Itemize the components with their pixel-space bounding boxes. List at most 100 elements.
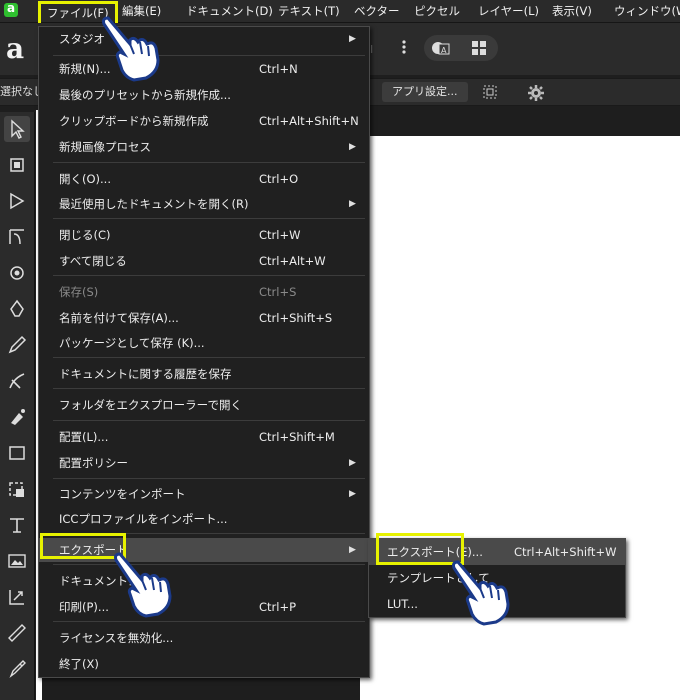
- menu-item-label: パッケージとして保存 (K)...: [59, 336, 205, 350]
- menu-item-shortcut: Ctrl+Alt+W: [259, 254, 326, 268]
- menu-item-shortcut: Ctrl+Shift+S: [259, 311, 333, 325]
- menu-item-label: 印刷(P)...: [59, 600, 109, 614]
- submenu-item-label: LUT...: [387, 597, 418, 611]
- menu-item-place-policy[interactable]: 配置ポリシー ▶: [39, 451, 369, 475]
- fill-icon[interactable]: [4, 404, 30, 430]
- app-settings-button[interactable]: アプリ設定...: [382, 82, 468, 102]
- persona-switcher: A: [424, 35, 498, 61]
- menu-separator: [53, 357, 365, 358]
- crop-icon[interactable]: [4, 152, 30, 178]
- tools-panel: [0, 112, 35, 700]
- menu-item-deactivate-license[interactable]: ライセンスを無効化...: [39, 626, 369, 650]
- transform-icon[interactable]: [4, 584, 30, 610]
- menu-item-print[interactable]: 印刷(P)... Ctrl+P: [39, 595, 369, 619]
- menu-item-label: ドキュメントに関する履歴を保存: [59, 367, 232, 381]
- menu-item-close[interactable]: 閉じる(C) Ctrl+W: [39, 223, 369, 247]
- menu-view[interactable]: 表示(V): [552, 0, 592, 22]
- menu-item-new-image-process[interactable]: 新規画像プロセス ▶: [39, 135, 369, 159]
- menu-separator: [53, 218, 365, 219]
- menu-item-shortcut: Ctrl+W: [259, 228, 301, 242]
- menu-item-place[interactable]: 配置(L)... Ctrl+Shift+M: [39, 425, 369, 449]
- pen-icon[interactable]: [4, 296, 30, 322]
- menu-item-import-icc[interactable]: ICCプロファイルをインポート...: [39, 507, 369, 531]
- shape-target-icon[interactable]: [4, 260, 30, 286]
- menu-separator: [53, 420, 365, 421]
- menu-item-label: 保存(S): [59, 285, 99, 299]
- menu-item-label: クリップボードから新規作成: [59, 114, 209, 128]
- menu-item-import-content[interactable]: コンテンツをインポート ▶: [39, 482, 369, 506]
- menu-layer[interactable]: レイヤー(L): [478, 0, 539, 22]
- gear-icon[interactable]: [527, 84, 545, 102]
- menu-item-save-history[interactable]: ドキュメントに関する履歴を保存: [39, 362, 369, 386]
- submenu-arrow-icon: ▶: [349, 199, 356, 209]
- submenu-arrow-icon: ▶: [349, 489, 356, 499]
- menu-item-label: 新規画像プロセス: [59, 140, 151, 154]
- menu-item-open-recent[interactable]: 最近使用したドキュメントを開く(R) ▶: [39, 192, 369, 216]
- grid-icon[interactable]: [470, 39, 488, 57]
- menu-item-shortcut: Ctrl+O: [259, 172, 299, 186]
- image-icon[interactable]: [4, 548, 30, 574]
- menu-item-label: 名前を付けて保存(A)...: [59, 311, 179, 325]
- pointer-icon[interactable]: [4, 116, 30, 142]
- submenu-arrow-icon: ▶: [349, 545, 356, 555]
- menu-item-label: フォルダをエクスプローラーで開く: [59, 398, 242, 412]
- menu-item-quit[interactable]: 終了(X): [39, 652, 369, 676]
- eyedropper-icon[interactable]: [4, 656, 30, 682]
- app-logo-large: a: [6, 32, 25, 65]
- submenu-arrow-icon: ▶: [349, 458, 356, 468]
- hand-pointer-icon: [102, 16, 160, 82]
- hand-pointer-icon: [114, 552, 172, 618]
- menu-item-open-folder[interactable]: フォルダをエクスプローラーで開く: [39, 393, 369, 417]
- hand-pointer-icon: [452, 560, 510, 626]
- menu-text[interactable]: テキスト(T): [278, 0, 340, 22]
- menu-item-save-as[interactable]: 名前を付けて保存(A)... Ctrl+Shift+S: [39, 306, 369, 330]
- menu-item-open[interactable]: 開く(O)... Ctrl+O: [39, 167, 369, 191]
- submenu-arrow-icon: ▶: [349, 142, 356, 152]
- menu-item-label: スタジオ: [59, 32, 105, 46]
- vector-brush-icon[interactable]: [4, 368, 30, 394]
- snap-grid-icon[interactable]: [482, 84, 498, 100]
- menu-item-document-metadata[interactable]: ドキュメントメタ: [39, 569, 369, 593]
- menu-item-label: 閉じる(C): [59, 228, 111, 242]
- menu-item-save-package[interactable]: パッケージとして保存 (K)...: [39, 331, 369, 355]
- file-menu-dropdown: スタジオ ▶ 新規(N)... Ctrl+N 最後のプリセットから新規作成... ク…: [38, 26, 370, 678]
- corner-icon[interactable]: [4, 224, 30, 250]
- menu-item-save: 保存(S) Ctrl+S: [39, 280, 369, 304]
- menu-separator: [53, 162, 365, 163]
- menu-item-studio[interactable]: スタジオ ▶: [39, 27, 369, 51]
- menu-separator: [53, 388, 365, 389]
- menu-item-label: すべて閉じる: [59, 254, 127, 268]
- menu-item-label: コンテンツをインポート: [59, 487, 186, 501]
- menu-item-new-from-preset[interactable]: 最後のプリセットから新規作成...: [39, 83, 369, 107]
- menu-separator: [53, 478, 365, 479]
- menu-item-new[interactable]: 新規(N)... Ctrl+N: [39, 57, 369, 81]
- persona-designer-icon[interactable]: A: [430, 38, 452, 58]
- menu-item-label: 終了(X): [59, 657, 99, 671]
- svg-text:A: A: [441, 46, 447, 55]
- menu-document[interactable]: ドキュメント(D): [186, 0, 273, 22]
- menu-vector[interactable]: ベクター: [354, 0, 400, 22]
- menu-item-label: 配置ポリシー: [59, 456, 128, 470]
- menu-item-close-all[interactable]: すべて閉じる Ctrl+Alt+W: [39, 249, 369, 273]
- pencil-icon[interactable]: [4, 332, 30, 358]
- menu-separator: [53, 621, 365, 622]
- menu-item-label: ICCプロファイルをインポート...: [59, 512, 228, 526]
- rectangle-icon[interactable]: [4, 440, 30, 466]
- menu-item-label: 最近使用したドキュメントを開く(R): [59, 197, 249, 211]
- more-options-icon[interactable]: [402, 39, 406, 55]
- menu-separator: [53, 564, 365, 565]
- menu-item-label: 配置(L)...: [59, 430, 109, 444]
- menu-window[interactable]: ウィンドウ(W): [614, 0, 680, 22]
- text-icon[interactable]: [4, 512, 30, 538]
- node-icon[interactable]: [4, 188, 30, 214]
- ruler-icon[interactable]: [4, 620, 30, 646]
- menu-item-label: ライセンスを無効化...: [59, 631, 174, 645]
- menu-pixel[interactable]: ピクセル: [414, 0, 460, 22]
- menu-item-shortcut: Ctrl+P: [259, 600, 297, 614]
- submenu-arrow-icon: ▶: [349, 34, 356, 44]
- menu-item-label: 開く(O)...: [59, 172, 111, 186]
- menu-item-shortcut: Ctrl+Alt+Shift+N: [259, 114, 359, 128]
- shape-icon[interactable]: [4, 476, 30, 502]
- menu-separator: [53, 275, 365, 276]
- menu-item-new-from-clipboard[interactable]: クリップボードから新規作成 Ctrl+Alt+Shift+N: [39, 109, 369, 133]
